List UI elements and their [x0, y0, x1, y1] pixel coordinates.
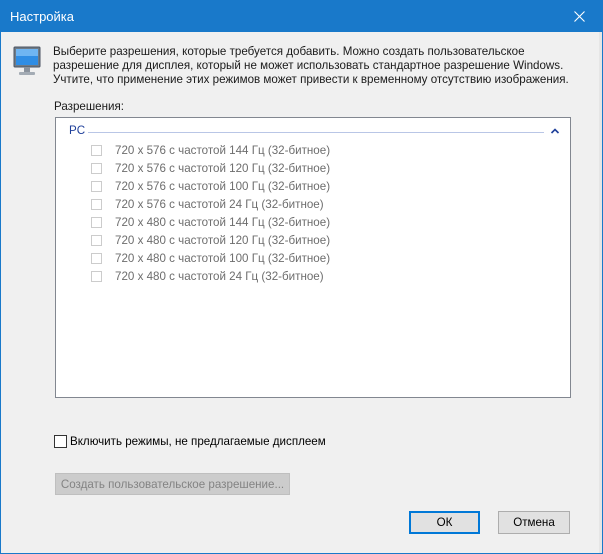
monitor-icon	[13, 46, 41, 75]
chevron-up-icon[interactable]	[550, 126, 560, 136]
list-item: 720 x 576 с частотой 144 Гц (32-битное)	[91, 141, 330, 159]
list-item: 720 x 576 с частотой 120 Гц (32-битное)	[91, 159, 330, 177]
resolutions-list[interactable]: PC 720 x 576 с частотой 144 Гц (32-битно…	[55, 117, 571, 398]
list-item: 720 x 576 с частотой 100 Гц (32-битное)	[91, 177, 330, 195]
mode-checkbox	[91, 162, 102, 174]
list-item: 720 x 480 с частотой 24 Гц (32-битное)	[91, 267, 324, 285]
intro-line: Выберите разрешения, которые требуется д…	[53, 45, 525, 58]
mode-checkbox	[91, 198, 102, 210]
mode-label: 720 x 480 с частотой 100 Гц (32-битное)	[115, 251, 331, 265]
create-custom-resolution-button: Создать пользовательское разрешение...	[55, 473, 290, 495]
mode-checkbox	[91, 270, 102, 282]
mode-label: 720 x 480 с частотой 24 Гц (32-битное)	[115, 269, 324, 283]
mode-checkbox	[91, 144, 102, 156]
cancel-button[interactable]: Отмена	[498, 511, 570, 534]
include-unsupported-checkbox[interactable]	[54, 434, 67, 448]
close-button[interactable]	[556, 1, 602, 32]
include-unsupported-modes[interactable]: Включить режимы, не предлагаемые дисплее…	[54, 433, 326, 449]
group-divider	[88, 132, 544, 133]
custom-resolution-dialog: Настройка Выберите разрешения, которые т…	[0, 0, 603, 554]
ok-button[interactable]: ОК	[409, 511, 480, 534]
mode-checkbox	[91, 216, 102, 228]
permissions-label: Разрешения:	[54, 100, 125, 113]
group-title: PC	[69, 124, 86, 137]
close-icon	[573, 11, 585, 22]
list-item: 720 x 480 с частотой 120 Гц (32-битное)	[91, 231, 330, 249]
include-unsupported-label[interactable]: Включить режимы, не предлагаемые дисплее…	[70, 435, 326, 448]
mode-checkbox	[91, 252, 102, 264]
mode-label: 720 x 480 с частотой 120 Гц (32-битное)	[115, 233, 331, 247]
list-item: 720 x 576 с частотой 24 Гц (32-битное)	[91, 195, 324, 213]
mode-checkbox	[91, 180, 102, 192]
window-title: Настройка	[10, 9, 74, 24]
intro-text: Выберите разрешения, которые требуется д…	[53, 45, 583, 87]
group-header-pc[interactable]: PC	[56, 121, 570, 139]
mode-checkbox	[91, 234, 102, 246]
intro-line: разрешение для дисплея, который не может…	[53, 59, 564, 72]
window-edge	[599, 32, 602, 553]
list-item: 720 x 480 с частотой 100 Гц (32-битное)	[91, 249, 330, 267]
mode-label: 720 x 576 с частотой 120 Гц (32-битное)	[115, 161, 331, 175]
intro-line: Учтите, что применение этих режимов може…	[53, 73, 569, 86]
mode-label: 720 x 480 с частотой 144 Гц (32-битное)	[115, 215, 331, 229]
mode-label: 720 x 576 с частотой 100 Гц (32-битное)	[115, 179, 331, 193]
mode-label: 720 x 576 с частотой 24 Гц (32-битное)	[115, 197, 324, 211]
mode-label: 720 x 576 с частотой 144 Гц (32-битное)	[115, 143, 331, 157]
list-item: 720 x 480 с частотой 144 Гц (32-битное)	[91, 213, 330, 231]
title-bar: Настройка	[1, 1, 602, 32]
